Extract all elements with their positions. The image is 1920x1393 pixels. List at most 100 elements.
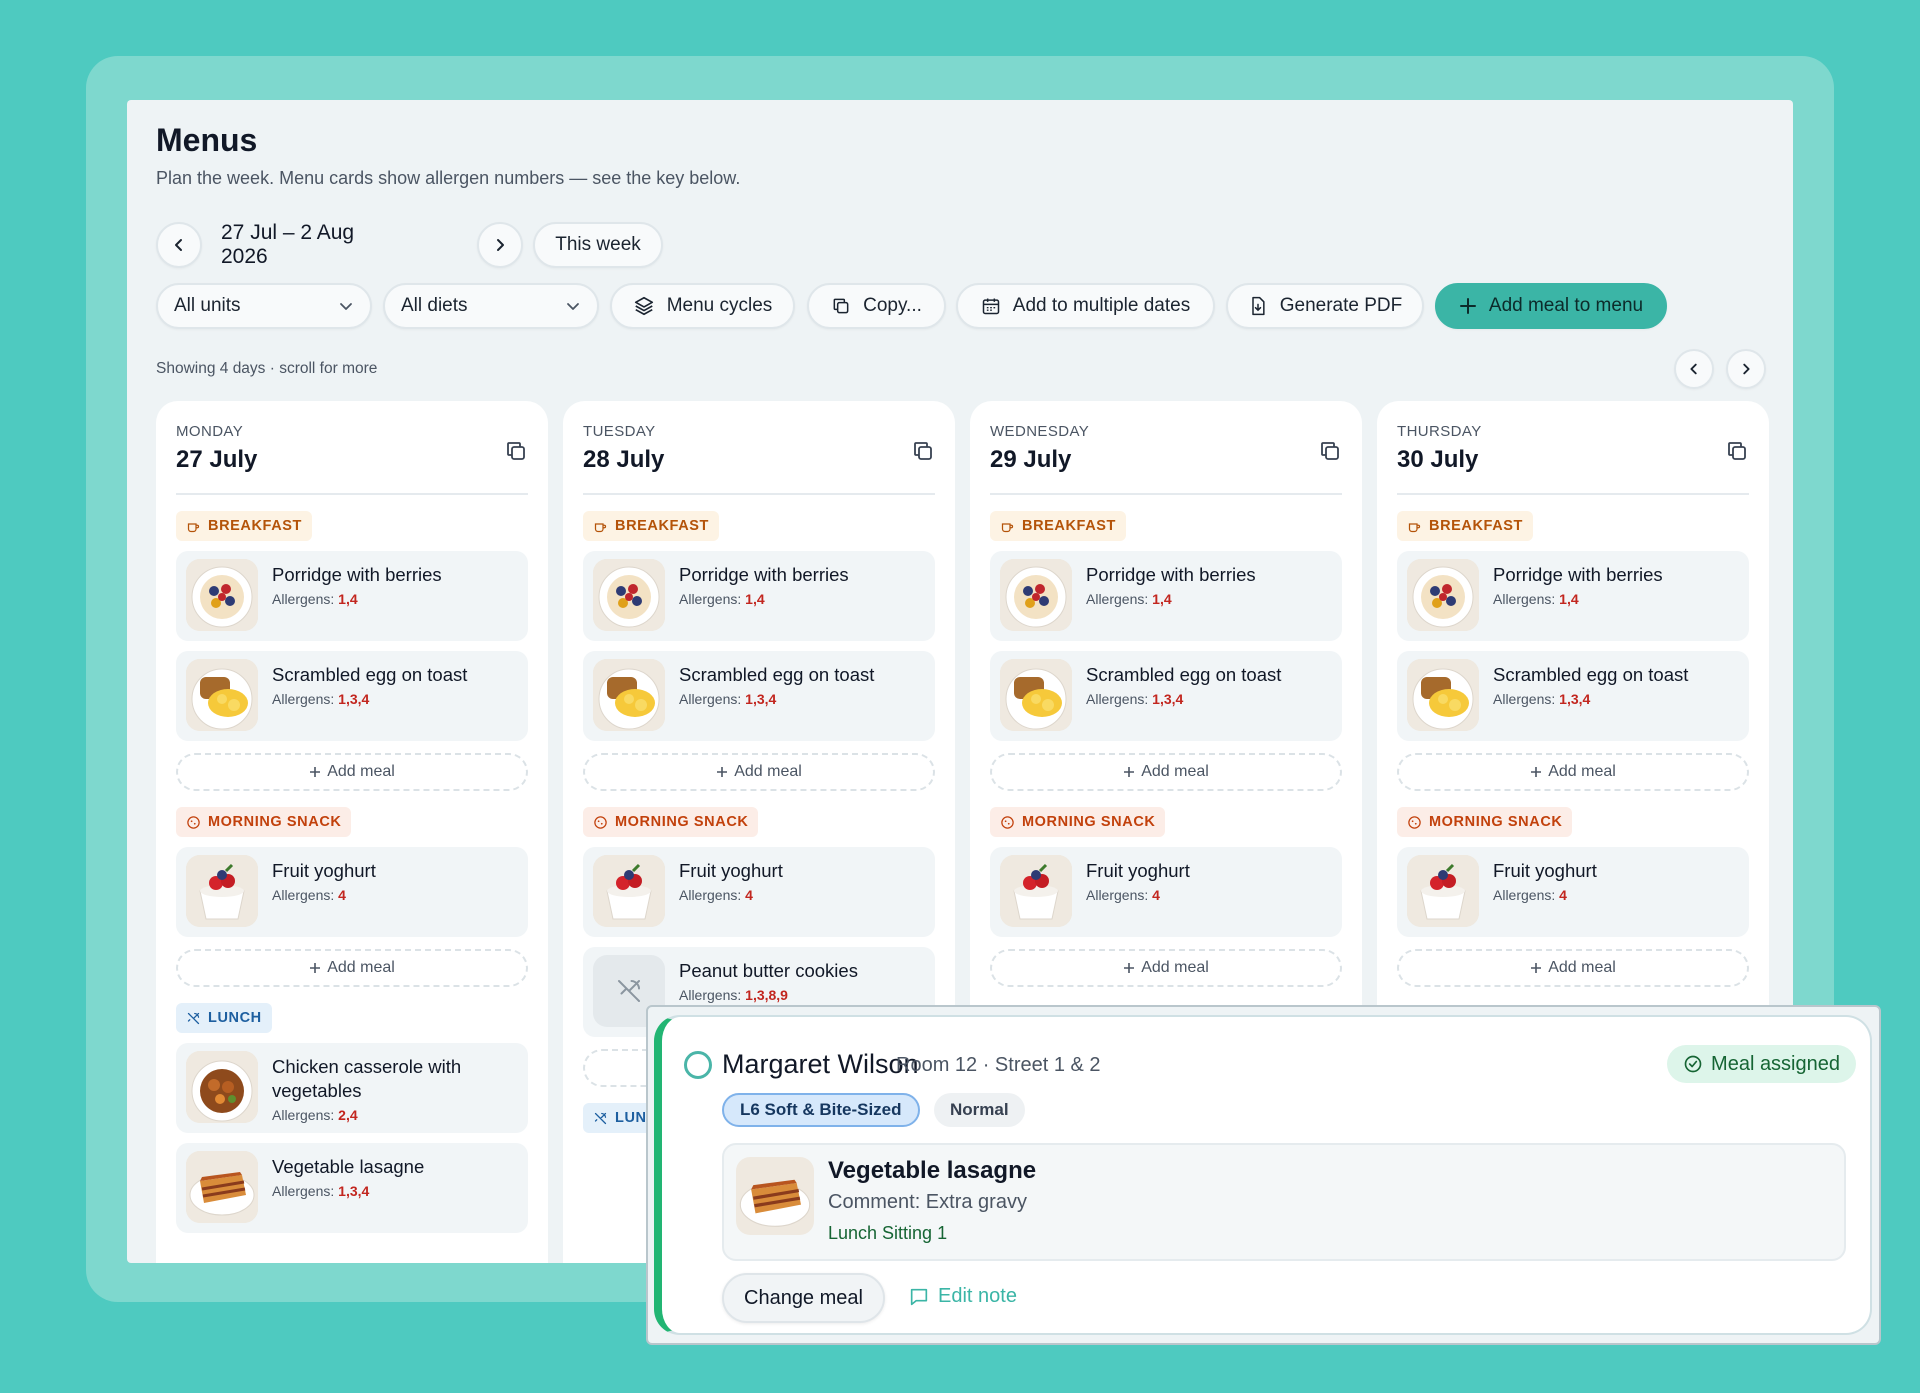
lunch-section-label: LUNCH bbox=[176, 1003, 272, 1033]
change-meal-button[interactable]: Change meal bbox=[722, 1273, 885, 1323]
meal-type-label: BREAKFAST bbox=[1429, 518, 1524, 534]
menu-meal-card[interactable]: Porridge with berries Allergens: 1,4 bbox=[990, 551, 1342, 641]
menu-meal-card[interactable]: Chicken casserole with vegetables Allerg… bbox=[176, 1043, 528, 1133]
menu-meal-card[interactable]: Scrambled egg on toast Allergens: 1,3,4 bbox=[1397, 651, 1749, 741]
allergen-numbers: 2,4 bbox=[338, 1107, 358, 1124]
assigned-meal-sitting: Lunch Sitting 1 bbox=[828, 1223, 948, 1243]
allergen-numbers: 4 bbox=[1152, 887, 1160, 904]
menu-meal-card[interactable]: Scrambled egg on toast Allergens: 1,3,4 bbox=[990, 651, 1342, 741]
allergen-numbers: 1,4 bbox=[745, 591, 765, 608]
generate-pdf-button[interactable]: Generate PDF bbox=[1226, 283, 1424, 329]
add-meal-button[interactable]: Add meal bbox=[990, 949, 1342, 987]
add-multiple-dates-button[interactable]: Add to multiple dates bbox=[956, 283, 1215, 329]
status-badge: Meal assigned bbox=[1667, 1045, 1856, 1083]
cookie-icon bbox=[187, 815, 200, 829]
units-select[interactable]: All units bbox=[156, 283, 372, 329]
day-header: TUESDAY 28 July bbox=[583, 421, 935, 495]
add-meal-button[interactable]: Add meal bbox=[176, 949, 528, 987]
meal-type-label: BREAKFAST bbox=[615, 518, 710, 534]
meal-name: Scrambled egg on toast bbox=[1493, 664, 1689, 685]
coffee-cup-icon bbox=[1408, 522, 1421, 532]
select-resident-radio[interactable] bbox=[684, 1051, 712, 1079]
meal-name: Fruit yoghurt bbox=[679, 860, 783, 881]
copy-icon[interactable] bbox=[1318, 439, 1342, 463]
meal-type-label: MORNING SNACK bbox=[615, 814, 749, 830]
copy-icon bbox=[833, 298, 849, 314]
add-meal-button[interactable]: Add meal bbox=[990, 753, 1342, 791]
meal-name: Porridge with berries bbox=[272, 564, 442, 585]
porridge-image bbox=[186, 559, 258, 631]
yoghurt-image bbox=[1407, 855, 1479, 927]
allergen-numbers: 1,4 bbox=[338, 591, 358, 608]
plus-icon bbox=[310, 963, 321, 973]
prev-week-button[interactable] bbox=[156, 222, 202, 268]
menu-meal-card[interactable]: Scrambled egg on toast Allergens: 1,3,4 bbox=[176, 651, 528, 741]
resident-card-window: Margaret Wilson Room 12 · Street 1 & 2 M… bbox=[646, 1005, 1881, 1345]
copy-icon[interactable] bbox=[911, 439, 935, 463]
plus-icon bbox=[1531, 767, 1542, 777]
meal-allergens: Allergens: 4 bbox=[1493, 887, 1597, 903]
egg-toast-image bbox=[1407, 659, 1479, 731]
cookie-icon bbox=[594, 815, 607, 829]
allergen-numbers: 4 bbox=[745, 887, 753, 904]
meal-type-label: BREAKFAST bbox=[1022, 518, 1117, 534]
day-date: 27 July bbox=[176, 446, 258, 473]
add-meal-button[interactable]: Add meal bbox=[1397, 949, 1749, 987]
date-range-label: 27 Jul – 2 Aug 2026 bbox=[221, 221, 355, 268]
menu-meal-card[interactable]: Fruit yoghurt Allergens: 4 bbox=[176, 847, 528, 937]
meal-type-label: MORNING SNACK bbox=[208, 814, 342, 830]
scroll-days-right-button[interactable] bbox=[1726, 349, 1766, 389]
meal-name: Scrambled egg on toast bbox=[679, 664, 875, 685]
breakfast-section-label: BREAKFAST bbox=[1397, 511, 1534, 541]
generate-pdf-label: Generate PDF bbox=[1279, 295, 1403, 316]
allergens-prefix: Allergens: bbox=[1493, 591, 1560, 608]
add-meal-to-menu-label: Add meal to menu bbox=[1488, 295, 1644, 316]
plus-icon bbox=[310, 767, 321, 777]
diet-tag: L6 Soft & Bite-Sized bbox=[722, 1093, 920, 1127]
resident-room: Room 12 · Street 1 & 2 bbox=[896, 1054, 1101, 1076]
breakfast-section-label: BREAKFAST bbox=[176, 511, 313, 541]
diets-select[interactable]: All diets bbox=[383, 283, 599, 329]
meal-allergens: Allergens: 1,3,4 bbox=[1086, 691, 1281, 707]
meal-allergens: Allergens: 1,3,4 bbox=[272, 691, 467, 707]
file-download-icon bbox=[1252, 296, 1265, 316]
allergen-numbers: 4 bbox=[1559, 887, 1567, 904]
meal-allergens: Allergens: 4 bbox=[679, 887, 783, 903]
add-meal-to-menu-button[interactable]: Add meal to menu bbox=[1435, 283, 1667, 329]
day-header: MONDAY 27 July bbox=[176, 421, 528, 495]
menu-meal-card[interactable]: Fruit yoghurt Allergens: 4 bbox=[1397, 847, 1749, 937]
menu-meal-card[interactable]: Porridge with berries Allergens: 1,4 bbox=[176, 551, 528, 641]
menu-meal-card[interactable]: Fruit yoghurt Allergens: 4 bbox=[583, 847, 935, 937]
menu-meal-card[interactable]: Fruit yoghurt Allergens: 4 bbox=[990, 847, 1342, 937]
casserole-image bbox=[186, 1051, 258, 1123]
menu-meal-card[interactable]: Scrambled egg on toast Allergens: 1,3,4 bbox=[583, 651, 935, 741]
meal-allergens: Allergens: 4 bbox=[272, 887, 376, 903]
chevron-left-icon bbox=[1690, 363, 1697, 375]
this-week-button[interactable]: This week bbox=[533, 222, 663, 268]
copy-button[interactable]: Copy... bbox=[807, 283, 946, 329]
menu-meal-card[interactable]: Porridge with berries Allergens: 1,4 bbox=[583, 551, 935, 641]
allergens-prefix: Allergens: bbox=[272, 887, 339, 904]
edit-note-link[interactable]: Edit note bbox=[908, 1285, 1017, 1308]
meal-allergens: Allergens: 1,4 bbox=[1086, 591, 1256, 607]
menu-cycles-button[interactable]: Menu cycles bbox=[610, 283, 795, 329]
menu-meal-card[interactable]: Porridge with berries Allergens: 1,4 bbox=[1397, 551, 1749, 641]
copy-icon[interactable] bbox=[1725, 439, 1749, 463]
menu-meal-card[interactable]: Vegetable lasagne Allergens: 1,3,4 bbox=[176, 1143, 528, 1233]
breakfast-section-label: BREAKFAST bbox=[990, 511, 1127, 541]
add-meal-button[interactable]: Add meal bbox=[176, 753, 528, 791]
add-meal-button[interactable]: Add meal bbox=[583, 753, 935, 791]
copy-icon[interactable] bbox=[504, 439, 528, 463]
meal-name: Fruit yoghurt bbox=[1493, 860, 1597, 881]
snack-section-label: MORNING SNACK bbox=[990, 807, 1166, 837]
allergen-numbers: 1,4 bbox=[1152, 591, 1172, 608]
menu-cycles-label: Menu cycles bbox=[666, 295, 773, 316]
meal-name: Chicken casserole with vegetables bbox=[272, 1056, 462, 1102]
resident-name: Margaret Wilson bbox=[722, 1049, 919, 1079]
add-meal-button[interactable]: Add meal bbox=[1397, 753, 1749, 791]
porridge-image bbox=[1407, 559, 1479, 631]
meal-allergens: Allergens: 1,3,4 bbox=[272, 1183, 424, 1199]
add-meal-label: Add meal bbox=[327, 959, 395, 976]
next-week-button[interactable] bbox=[477, 222, 523, 268]
scroll-days-left-button[interactable] bbox=[1674, 349, 1714, 389]
